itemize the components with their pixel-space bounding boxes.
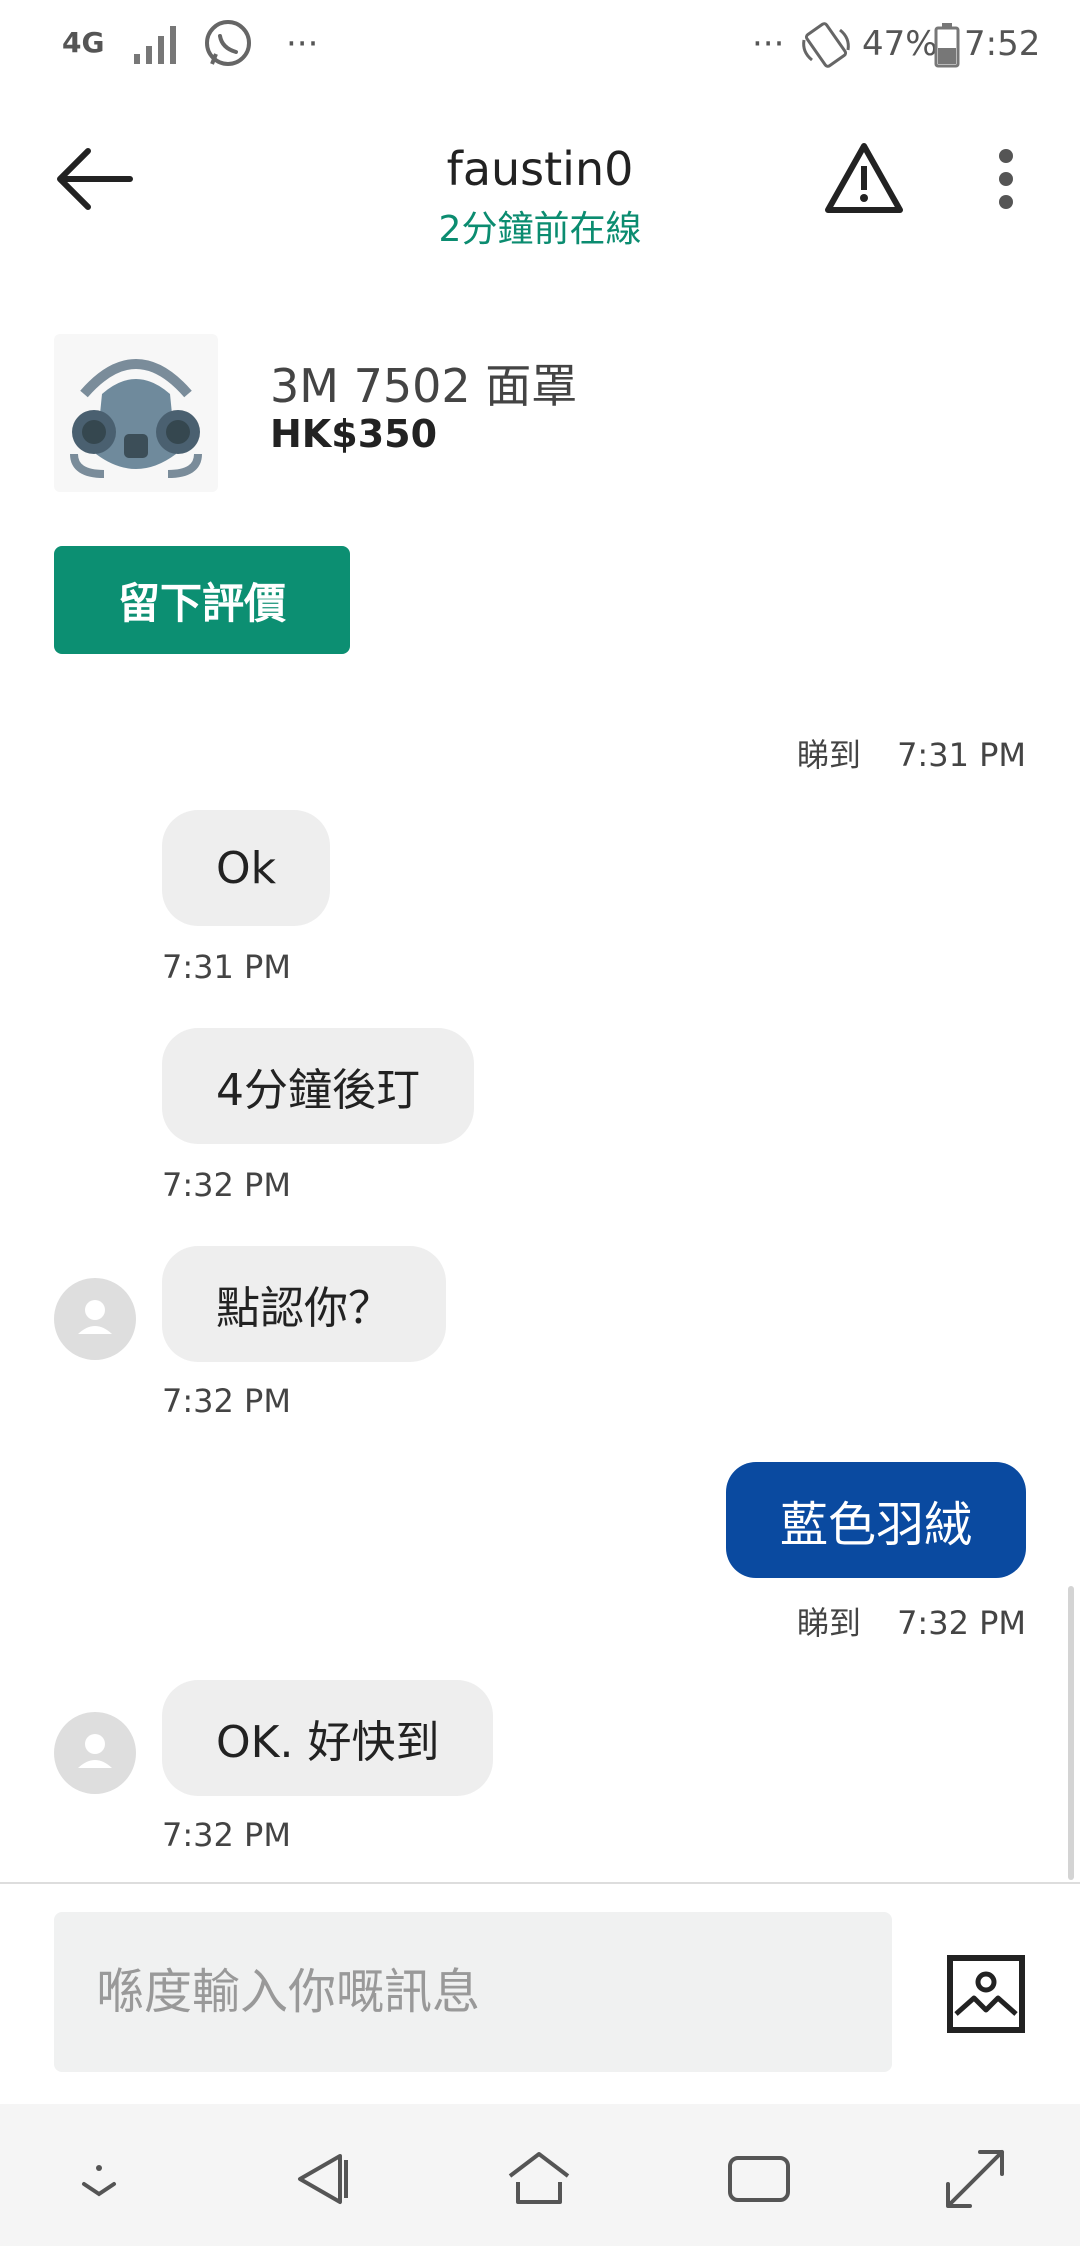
product-price: HK$350 (270, 412, 438, 456)
message-bubble-received[interactable]: 點認你？ (162, 1246, 446, 1362)
product-name[interactable]: 3M 7502 面罩 (270, 350, 577, 416)
rotate-icon (802, 22, 850, 68)
message-time: 7:32 PM (897, 1604, 1026, 1642)
message-input[interactable] (54, 1912, 892, 2072)
message-bubble-received[interactable]: Ok (162, 810, 331, 926)
battery-percent: 47% (862, 24, 938, 64)
leave-review-button[interactable]: 留下評價 (54, 546, 350, 654)
message-time: 7:32 PM (162, 1816, 291, 1854)
message-time: 7:31 PM (897, 736, 1026, 774)
message-time: 7:32 PM (162, 1382, 291, 1420)
expand-icon[interactable] (940, 2144, 1010, 2214)
chevron-down-icon[interactable] (64, 2144, 134, 2214)
read-receipt: 睇到 7:31 PM (797, 730, 1026, 776)
message-bubble-received[interactable]: OK. 好快到 (162, 1680, 494, 1796)
more-vert-icon[interactable] (990, 144, 1022, 214)
read-receipt: 睇到 7:32 PM (797, 1598, 1026, 1644)
chat-title: faustin0 (446, 142, 634, 196)
warning-icon[interactable] (822, 140, 906, 216)
chat-header: faustin0 2分鐘前在線 (0, 92, 1080, 272)
status-time: 7:52 (964, 24, 1041, 64)
back-icon[interactable] (290, 2144, 360, 2214)
scrollbar[interactable] (1068, 1586, 1074, 1880)
battery-icon (934, 23, 960, 68)
message-bubble-sent[interactable]: 藍色羽絨 (725, 1462, 1026, 1578)
person-icon (78, 1300, 112, 1334)
avatar[interactable] (54, 1278, 136, 1360)
person-icon (78, 1734, 112, 1768)
read-label: 睇到 (796, 736, 861, 774)
avatar[interactable] (54, 1712, 136, 1794)
image-icon[interactable] (946, 1954, 1026, 2034)
signal-icon (134, 26, 176, 64)
message-bubble-received[interactable]: 4分鐘後玎 (162, 1028, 474, 1144)
message-input-bar (0, 1882, 1080, 2106)
product-image[interactable] (54, 334, 218, 492)
system-nav-bar (0, 2104, 1080, 2246)
network-type: 4G (62, 26, 105, 59)
read-label: 睇到 (796, 1604, 861, 1642)
status-more-right: ··· (752, 24, 785, 64)
online-status: 2分鐘前在線 (438, 209, 642, 250)
recent-apps-icon[interactable] (724, 2144, 794, 2214)
status-more-left: ··· (286, 24, 319, 64)
message-time: 7:32 PM (162, 1166, 291, 1204)
home-icon[interactable] (504, 2144, 574, 2214)
whatsapp-icon (205, 20, 251, 66)
message-time: 7:31 PM (162, 948, 291, 986)
status-bar: 4G ··· ··· 47% 7:52 (0, 0, 1080, 92)
